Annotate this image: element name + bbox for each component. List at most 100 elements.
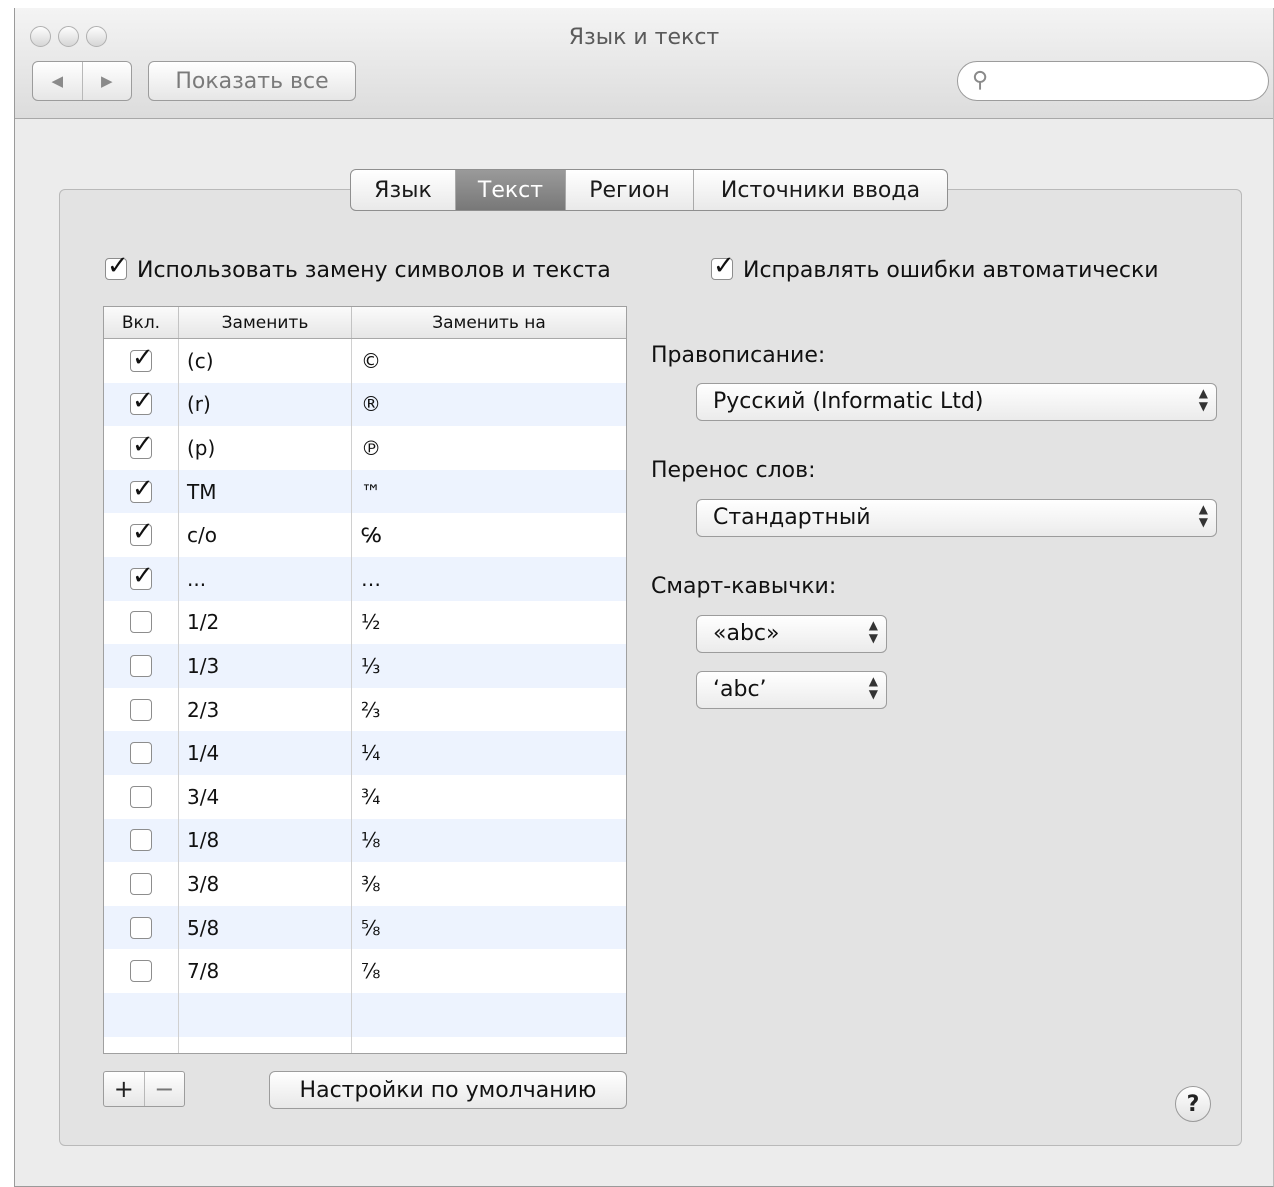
row-enabled-checkbox[interactable]: ✓ <box>130 430 154 460</box>
row-enabled-checkbox[interactable]: ✓ <box>130 386 154 416</box>
replace-cell[interactable]: TM <box>178 480 351 504</box>
table-row[interactable]: 1/3 ⅓ <box>104 644 626 688</box>
replace-cell[interactable]: 1/8 <box>178 828 351 852</box>
row-enabled-cell <box>104 916 178 939</box>
show-all-button[interactable]: Показать все <box>148 61 356 101</box>
back-icon[interactable]: ◀ <box>33 62 82 100</box>
with-cell[interactable]: ¼ <box>351 741 380 765</box>
replace-cell[interactable]: 1/2 <box>178 610 351 634</box>
checkmark-icon: ✓ <box>132 429 154 460</box>
table-row[interactable]: 2/3 ⅔ <box>104 688 626 732</box>
replace-cell[interactable]: c/o <box>178 523 351 547</box>
tab-region[interactable]: Регион <box>565 170 693 210</box>
table-row[interactable]: 1/8 ⅛ <box>104 818 626 863</box>
table-row[interactable]: ✓ TM ™ <box>104 469 626 514</box>
tab-text[interactable]: Текст <box>455 170 565 210</box>
row-enabled-cell: ✓ <box>104 474 178 504</box>
double-quotes-value: «abc» <box>713 621 780 646</box>
with-cell[interactable]: ⅞ <box>351 959 380 983</box>
table-row[interactable]: 1/4 ¼ <box>104 731 626 775</box>
table-row[interactable]: ✓ (p) ℗ <box>104 426 626 470</box>
column-divider <box>351 339 352 1053</box>
replace-cell[interactable]: 1/4 <box>178 741 351 765</box>
window-title: Язык и текст <box>568 25 720 50</box>
replace-cell[interactable]: (p) <box>178 436 351 460</box>
tab-input-sources[interactable]: Источники ввода <box>693 170 947 210</box>
column-header-replace[interactable]: Заменить <box>178 307 351 338</box>
table-row[interactable]: ✓ (c) © <box>104 339 626 383</box>
with-cell[interactable]: ½ <box>351 610 380 634</box>
row-enabled-cell <box>104 742 178 765</box>
row-enabled-cell <box>104 829 178 852</box>
row-enabled-checkbox[interactable] <box>130 611 152 634</box>
row-enabled-checkbox[interactable] <box>130 916 152 939</box>
row-enabled-checkbox[interactable] <box>130 742 152 765</box>
table-row[interactable]: 1/2 ½ <box>104 601 626 645</box>
row-enabled-checkbox[interactable] <box>130 698 152 721</box>
row-enabled-checkbox[interactable] <box>130 785 152 808</box>
with-cell[interactable]: ⅜ <box>351 872 380 896</box>
replace-cell[interactable]: 2/3 <box>178 698 351 722</box>
replace-cell[interactable]: (r) <box>178 392 351 416</box>
table-row-empty <box>104 992 626 1037</box>
row-enabled-cell <box>104 654 178 677</box>
with-cell[interactable]: ⅓ <box>351 654 380 678</box>
row-enabled-cell: ✓ <box>104 561 178 591</box>
table-row[interactable]: ✓...… <box>104 556 626 601</box>
column-header-with[interactable]: Заменить на <box>351 307 626 338</box>
remove-button[interactable]: − <box>143 1072 185 1106</box>
with-cell[interactable]: ⅛ <box>351 828 380 852</box>
hyphenation-select[interactable]: Стандартный ▲ ▼ <box>696 499 1217 537</box>
tab-language[interactable]: Язык <box>351 170 455 210</box>
single-quotes-select[interactable]: ‘abc’ ▲ ▼ <box>696 671 887 709</box>
tab-bar: Язык Текст Регион Источники ввода <box>350 169 948 211</box>
help-button[interactable]: ? <box>1175 1086 1211 1122</box>
autocorrect-checkbox[interactable]: ✓ <box>711 251 735 281</box>
table-header: Вкл. Заменить Заменить на <box>104 307 626 339</box>
with-cell[interactable]: ℗ <box>351 436 381 460</box>
row-enabled-checkbox[interactable]: ✓ <box>130 474 154 504</box>
search-input[interactable]: ⚲ <box>957 61 1269 101</box>
row-enabled-checkbox[interactable] <box>130 960 152 983</box>
table-body: ✓ (c) © ✓ (r) ® ✓ (p) ℗ ✓ TM ™ ✓ c/o ℅ ✓...… 1/2 ½ 1/3 ⅓ 2/3… <box>104 339 626 1053</box>
replace-cell[interactable]: ... <box>178 567 351 591</box>
table-row[interactable]: ✓ (r) ® <box>104 382 626 427</box>
replace-cell[interactable]: 3/4 <box>178 785 351 809</box>
replace-cell[interactable]: 1/3 <box>178 654 351 678</box>
spelling-select[interactable]: Русский (Informatic Ltd) ▲ ▼ <box>696 383 1217 421</box>
row-enabled-checkbox[interactable] <box>130 872 152 895</box>
with-cell[interactable]: © <box>351 349 381 373</box>
table-row[interactable]: 7/8 ⅞ <box>104 949 626 993</box>
double-quotes-select[interactable]: «abc» ▲ ▼ <box>696 615 887 653</box>
row-enabled-checkbox[interactable]: ✓ <box>130 343 154 373</box>
with-cell[interactable]: ® <box>351 392 381 416</box>
single-quotes-value: ‘abc’ <box>713 677 767 702</box>
stepper-arrows-icon: ▲ ▼ <box>1198 502 1208 529</box>
replace-cell[interactable]: 7/8 <box>178 959 351 983</box>
row-enabled-checkbox[interactable]: ✓ <box>130 561 154 591</box>
row-enabled-cell: ✓ <box>104 517 178 547</box>
table-row[interactable]: 3/8 ⅜ <box>104 862 626 906</box>
restore-defaults-button[interactable]: Настройки по умолчанию <box>269 1071 627 1109</box>
row-enabled-checkbox[interactable] <box>130 654 152 677</box>
with-cell[interactable]: … <box>351 567 381 591</box>
table-row[interactable]: ✓ c/o ℅ <box>104 513 626 557</box>
replace-cell[interactable]: 3/8 <box>178 872 351 896</box>
row-enabled-checkbox[interactable] <box>130 829 152 852</box>
row-enabled-checkbox[interactable]: ✓ <box>130 517 154 547</box>
column-header-on[interactable]: Вкл. <box>104 307 178 338</box>
table-row[interactable]: 3/4 ¾ <box>104 775 626 819</box>
with-cell[interactable]: ⅝ <box>351 916 380 940</box>
with-cell[interactable]: ™ <box>351 480 381 504</box>
use-substitution-checkbox[interactable]: ✓ <box>105 251 129 281</box>
forward-icon[interactable]: ▶ <box>81 62 132 100</box>
with-cell[interactable]: ¾ <box>351 785 380 809</box>
replace-cell[interactable]: 5/8 <box>178 916 351 940</box>
spelling-label: Правописание: <box>651 343 826 368</box>
column-divider <box>178 339 179 1053</box>
with-cell[interactable]: ⅔ <box>351 698 380 722</box>
table-row[interactable]: 5/8 ⅝ <box>104 905 626 950</box>
add-button[interactable]: + <box>104 1072 144 1106</box>
with-cell[interactable]: ℅ <box>351 523 381 547</box>
replace-cell[interactable]: (c) <box>178 349 351 373</box>
